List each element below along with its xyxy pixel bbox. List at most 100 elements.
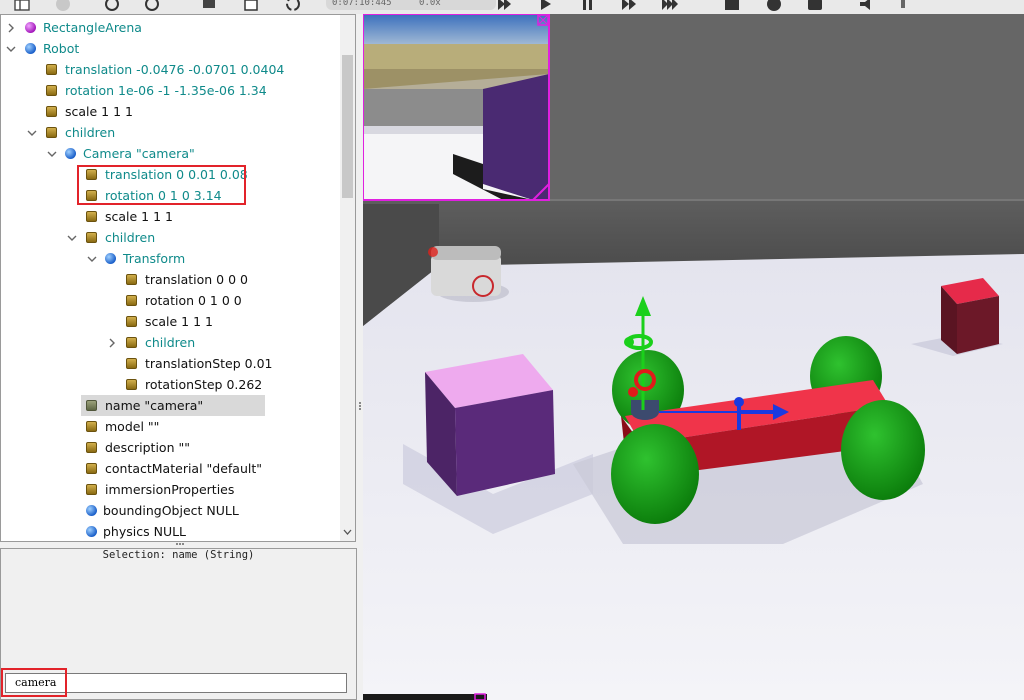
scroll-down-icon[interactable] — [343, 529, 352, 535]
horizontal-splitter-grip[interactable] — [176, 541, 184, 547]
toolbar: 0:07:10:445 0.0x — [0, 0, 1024, 14]
scene-tree-toggle-icon[interactable] — [13, 0, 31, 12]
tree-field-label: translationStep 0.01 — [145, 356, 273, 371]
play-icon[interactable] — [537, 0, 555, 12]
record-movie-icon[interactable] — [723, 0, 741, 12]
fastest-forward-icon[interactable] — [661, 0, 679, 12]
tree-node-robot[interactable]: Robot — [1, 38, 339, 59]
simulation-time: 0:07:10:445 — [332, 0, 392, 8]
field-icon — [126, 295, 137, 306]
tree-field-rotation-step[interactable]: rotationStep 0.262 — [1, 374, 339, 395]
3d-viewport[interactable] — [363, 14, 1024, 700]
field-icon — [126, 379, 137, 390]
tree-field-model[interactable]: model "" — [1, 416, 339, 437]
tree-field-description[interactable]: description "" — [1, 437, 339, 458]
wheel-front-left — [611, 424, 699, 524]
second-overlay[interactable] — [363, 694, 487, 700]
collapse-arrow-icon[interactable] — [46, 143, 58, 164]
field-icon — [86, 442, 97, 453]
field-icon — [46, 85, 57, 96]
expand-arrow-icon[interactable] — [106, 332, 118, 353]
tree-field-immersion-properties[interactable]: immersionProperties — [1, 479, 339, 500]
tree-field-camera-children[interactable]: children — [1, 227, 339, 248]
field-icon — [126, 337, 137, 348]
reload-world-icon[interactable] — [103, 0, 121, 12]
sound-icon[interactable] — [857, 0, 875, 12]
tree-field-translation-step[interactable]: translationStep 0.01 — [1, 353, 339, 374]
tree-field-camera-scale[interactable]: scale 1 1 1 — [1, 206, 339, 227]
tree-node-transform[interactable]: Transform — [1, 248, 339, 269]
field-icon — [86, 400, 97, 411]
tree-field-label: name "camera" — [105, 398, 204, 413]
tree-field-children[interactable]: children — [1, 122, 339, 143]
field-icon — [86, 463, 97, 474]
tree-node-label: Robot — [43, 41, 80, 56]
collapse-arrow-icon[interactable] — [66, 227, 78, 248]
fast-forward-icon[interactable] — [620, 0, 638, 12]
tree-node-physics[interactable]: physics NULL — [1, 521, 339, 541]
tree-field-transform-scale[interactable]: scale 1 1 1 — [1, 311, 339, 332]
field-icon — [86, 484, 97, 495]
reset-simulation-icon[interactable] — [143, 0, 161, 12]
field-icon — [126, 358, 137, 369]
field-icon — [86, 211, 97, 222]
tree-field-label: translation -0.0476 -0.0701 0.0404 — [65, 62, 285, 77]
refresh-icon[interactable] — [284, 0, 302, 12]
simulation-time-display: 0:07:10:445 0.0x — [326, 0, 496, 10]
field-icon — [46, 127, 57, 138]
tree-field-label: model "" — [105, 419, 160, 434]
field-editor: Selection: name (String) camera — [0, 548, 357, 700]
pause-icon[interactable] — [579, 0, 597, 12]
disabled-icon — [54, 0, 72, 12]
tree-node-label: physics NULL — [103, 524, 187, 539]
camera-overlay[interactable] — [363, 14, 550, 201]
tree-field-label: contactMaterial "default" — [105, 461, 263, 476]
tree-field-label: translation 0 0 0 — [145, 272, 248, 287]
tree-field-translation[interactable]: translation -0.0476 -0.0701 0.0404 — [1, 59, 339, 80]
tree-field-label: children — [65, 125, 116, 140]
step-back-icon[interactable] — [495, 0, 513, 12]
tree-field-transform-translation[interactable]: translation 0 0 0 — [1, 269, 339, 290]
field-icon — [46, 106, 57, 117]
tree-field-label: rotationStep 0.262 — [145, 377, 263, 392]
highlight-box — [77, 165, 246, 205]
tree-field-scale[interactable]: scale 1 1 1 — [1, 101, 339, 122]
more-icon[interactable] — [899, 0, 917, 12]
tree-node-bounding-object[interactable]: boundingObject NULL — [1, 500, 339, 521]
node-icon — [25, 43, 36, 54]
tree-field-transform-children[interactable]: children — [1, 332, 339, 353]
collapse-arrow-icon[interactable] — [5, 38, 17, 59]
save-world-icon[interactable] — [200, 0, 218, 12]
collapse-arrow-icon[interactable] — [86, 248, 98, 269]
record-icon[interactable] — [765, 0, 783, 12]
tree-field-label: scale 1 1 1 — [65, 104, 133, 119]
tree-node-camera[interactable]: Camera "camera" — [1, 143, 339, 164]
scrollbar-thumb[interactable] — [342, 55, 353, 198]
collapse-arrow-icon[interactable] — [26, 122, 38, 143]
node-icon — [25, 22, 36, 33]
node-icon — [105, 253, 116, 264]
tree-field-label: children — [145, 335, 196, 350]
field-icon — [126, 274, 137, 285]
scene-tree-scrollbar[interactable] — [340, 15, 355, 541]
other-robot[interactable] — [428, 246, 509, 302]
tree-field-label: immersionProperties — [105, 482, 235, 497]
tree-field-transform-rotation[interactable]: rotation 0 1 0 0 — [1, 290, 339, 311]
tree-field-name[interactable]: name "camera" — [1, 395, 339, 416]
field-icon — [86, 232, 97, 243]
expand-arrow-icon[interactable] — [5, 17, 17, 38]
simulation-speed: 0.0x — [419, 0, 441, 8]
tree-field-label: description "" — [105, 440, 190, 455]
node-icon — [86, 526, 97, 537]
wheel-front-right — [841, 400, 925, 500]
tree-node-label: RectangleArena — [43, 20, 142, 35]
tree-node-rectangle-arena[interactable]: RectangleArena — [1, 17, 339, 38]
screenshot-icon[interactable] — [806, 0, 824, 12]
add-node-icon[interactable] — [242, 0, 260, 12]
tree-field-rotation[interactable]: rotation 1e-06 -1 -1.35e-06 1.34 — [1, 80, 339, 101]
tree-field-label: scale 1 1 1 — [105, 209, 173, 224]
tree-field-label: children — [105, 230, 156, 245]
field-icon — [86, 421, 97, 432]
tree-field-contact-material[interactable]: contactMaterial "default" — [1, 458, 339, 479]
node-icon — [86, 505, 97, 516]
